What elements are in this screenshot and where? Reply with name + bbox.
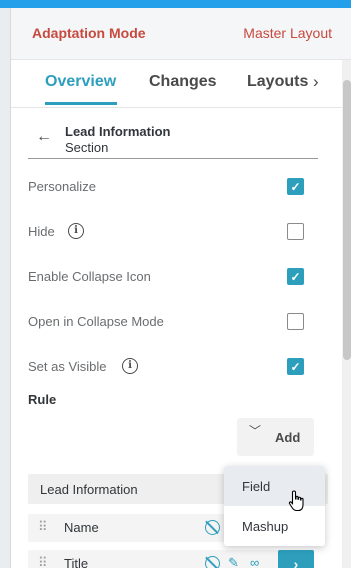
dropdown-item-field[interactable]: Field [224, 466, 325, 506]
field-label: Name [64, 520, 99, 535]
tab-bar: Overview Changes Layouts › [11, 60, 351, 108]
section-header: ← Lead Information Section [28, 122, 318, 159]
open-collapse-checkbox[interactable] [287, 313, 304, 330]
tab-layouts[interactable]: Layouts [247, 73, 308, 91]
option-label: Set as Visible [28, 359, 107, 374]
chevron-down-icon: ﹀ [249, 424, 262, 438]
master-layout-link[interactable]: Master Layout [243, 25, 332, 41]
info-icon[interactable]: i [122, 358, 138, 374]
adaptation-panel: Adaptation Mode Master Layout Overview C… [10, 8, 351, 568]
field-row[interactable]: ⠿ Title ✎ ∞ › [28, 550, 314, 568]
tab-overview[interactable]: Overview [45, 73, 116, 91]
rule-label: Rule [28, 392, 57, 407]
hidden-eye-icon[interactable] [205, 556, 220, 568]
field-group-label: Lead Information [40, 482, 138, 497]
vertical-scrollbar[interactable] [342, 60, 351, 568]
section-subtitle: Section [65, 140, 109, 155]
option-row-open-collapse: Open in Collapse Mode [28, 311, 328, 333]
add-dropdown-menu: Field Mashup [224, 466, 325, 546]
drag-handle-icon[interactable]: ⠿ [38, 555, 47, 568]
chevron-right-icon[interactable]: › [313, 72, 319, 92]
option-label: Personalize [28, 179, 96, 194]
add-button-label: Add [275, 430, 301, 445]
dropdown-item-label: Field [242, 479, 271, 494]
option-label: Enable Collapse Icon [28, 269, 151, 284]
navigate-button[interactable]: › [278, 550, 314, 568]
info-icon[interactable]: i [68, 223, 84, 239]
hand-cursor-icon [288, 490, 304, 512]
add-button[interactable]: ﹀ Add [237, 418, 314, 456]
drag-handle-icon[interactable]: ⠿ [38, 519, 47, 535]
option-label: Open in Collapse Mode [28, 314, 164, 329]
hide-checkbox[interactable] [287, 223, 304, 240]
option-row-enable-collapse: Enable Collapse Icon ✓ [28, 266, 328, 288]
scrollbar-thumb[interactable] [343, 80, 351, 360]
mode-title: Adaptation Mode [32, 25, 146, 41]
binoculars-icon[interactable]: ∞ [250, 555, 259, 568]
edit-icon[interactable]: ✎ [228, 555, 239, 568]
hidden-eye-icon[interactable] [205, 520, 220, 535]
active-tab-indicator [45, 102, 117, 105]
top-stripe [0, 0, 351, 8]
option-row-personalize: Personalize ✓ [28, 176, 328, 198]
set-visible-checkbox[interactable]: ✓ [287, 358, 304, 375]
option-label: Hide [28, 224, 55, 239]
dropdown-item-label: Mashup [242, 519, 289, 534]
panel-header: Adaptation Mode Master Layout [11, 8, 351, 60]
enable-collapse-checkbox[interactable]: ✓ [287, 268, 304, 285]
dropdown-item-mashup[interactable]: Mashup [224, 506, 325, 546]
section-title: Lead Information [65, 124, 171, 139]
option-row-set-visible: Set as Visible i ✓ [28, 356, 328, 378]
personalize-checkbox[interactable]: ✓ [287, 178, 304, 195]
field-label: Title [64, 556, 89, 568]
option-row-hide: Hide i [28, 221, 328, 243]
tab-changes[interactable]: Changes [149, 73, 217, 91]
back-arrow-icon[interactable]: ← [36, 128, 52, 146]
